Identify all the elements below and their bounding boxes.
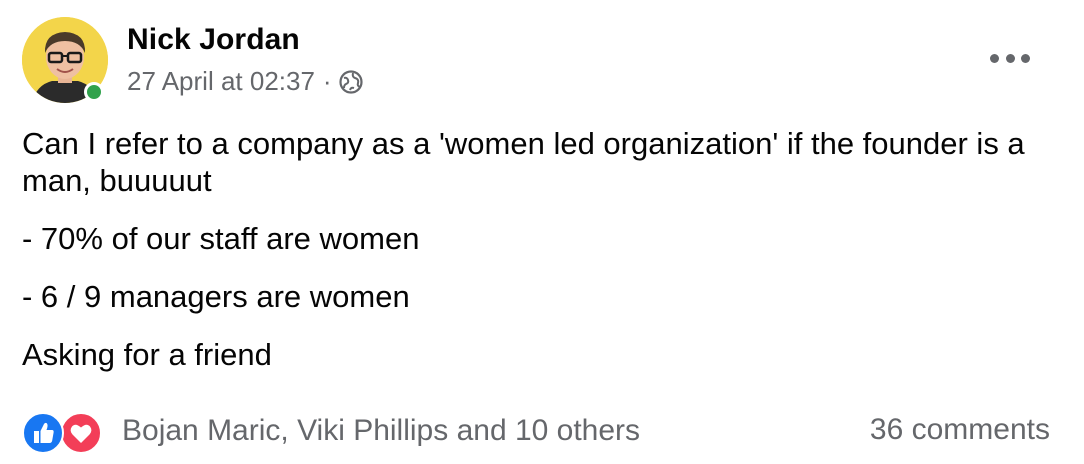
more-horizontal-icon[interactable] <box>990 50 1030 66</box>
post-timestamp[interactable]: 27 April at 02:37 <box>127 66 315 97</box>
like-icon <box>22 412 64 454</box>
post-meta: 27 April at 02:37 · <box>127 66 364 97</box>
post-paragraph: Can I refer to a company as a 'women led… <box>22 126 1034 198</box>
online-status-dot <box>84 82 104 102</box>
post-paragraph: - 6 / 9 managers are women <box>22 279 410 314</box>
love-icon <box>60 412 102 454</box>
more-dot <box>1021 53 1030 63</box>
more-dot <box>1005 53 1015 63</box>
author-name[interactable]: Nick Jordan <box>127 23 300 57</box>
post-paragraph: - 70% of our staff are women <box>22 221 420 256</box>
post-paragraph: Asking for a friend <box>22 337 272 372</box>
reaction-icons <box>22 408 106 454</box>
globe-icon[interactable] <box>338 69 364 95</box>
reactions-summary[interactable]: Bojan Maric, Viki Phillips and 10 others <box>22 408 640 454</box>
post-body: Can I refer to a company as a 'women led… <box>22 125 1062 394</box>
more-dot <box>990 53 999 63</box>
comments-count-link[interactable]: 36 comments <box>870 413 1050 447</box>
post-card: Nick Jordan 27 April at 02:37 · Can I re… <box>0 0 1084 464</box>
meta-separator: · <box>322 66 332 96</box>
reactors-text[interactable]: Bojan Maric, Viki Phillips and 10 others <box>122 414 640 448</box>
